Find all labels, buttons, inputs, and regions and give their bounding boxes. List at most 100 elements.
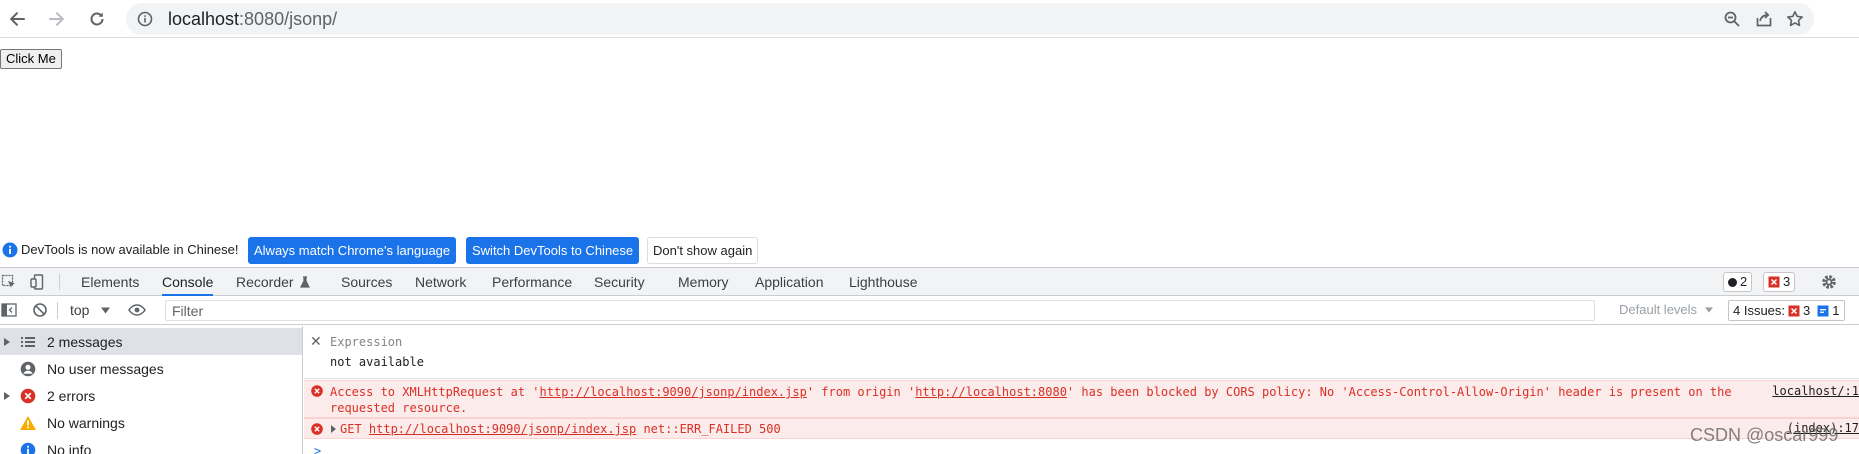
arrow-left-icon xyxy=(9,12,25,26)
request-url-link[interactable]: http://localhost:9090/jsonp/index.jsp xyxy=(369,422,636,436)
expand-arrow-icon[interactable] xyxy=(331,425,336,433)
errors-count: 3 xyxy=(1783,274,1791,289)
always-match-language-button[interactable]: Always match Chrome's language xyxy=(248,237,457,264)
sidebar-item-info[interactable]: No info xyxy=(0,436,302,454)
dot-icon xyxy=(1728,277,1737,287)
tab-recorder[interactable]: Recorder xyxy=(236,268,311,296)
zoom-icon[interactable] xyxy=(1720,7,1744,31)
clear-console-icon[interactable] xyxy=(31,301,49,319)
console-error-message: Access to XMLHttpRequest at 'http://loca… xyxy=(304,380,1859,418)
warning-icon xyxy=(19,414,37,432)
console-prompt[interactable]: > xyxy=(314,444,321,454)
levels-label: Default levels xyxy=(1619,302,1698,317)
bookmark-star-icon[interactable] xyxy=(1783,7,1807,31)
sidebar-item-errors[interactable]: 2 errors xyxy=(0,382,302,409)
issues-counter[interactable]: 4 Issues: 3 1 xyxy=(1728,300,1845,321)
back-button[interactable] xyxy=(2,4,32,34)
request-status: net::ERR_FAILED 500 xyxy=(636,422,781,436)
browser-toolbar: localhost:8080/jsonp/ xyxy=(0,0,1859,38)
inspect-element-icon[interactable] xyxy=(0,273,18,291)
url-path: :8080/jsonp/ xyxy=(239,9,338,29)
device-toolbar-icon[interactable] xyxy=(29,273,47,291)
dont-show-again-button[interactable]: Don't show again xyxy=(647,237,759,264)
error-source-link[interactable]: localhost/:1 xyxy=(1772,384,1859,398)
console-output: ✕ Expression not available Access to XML… xyxy=(304,326,1859,454)
expression-label[interactable]: Expression xyxy=(330,335,402,349)
tab-application[interactable]: Application xyxy=(755,268,824,296)
error-text-part: ' has been blocked by CORS policy: No 'A… xyxy=(1066,385,1732,399)
tab-divider xyxy=(59,274,60,290)
toolbar-divider xyxy=(57,302,58,319)
console-error-message: GET http://localhost:9090/jsonp/index.js… xyxy=(304,418,1859,439)
close-icon[interactable]: ✕ xyxy=(310,334,322,350)
origin-url-link[interactable]: http://localhost:8080 xyxy=(915,385,1067,399)
errors-badge[interactable]: 3 xyxy=(1763,272,1796,292)
live-expression: ✕ Expression not available xyxy=(304,326,1859,379)
messages-count: 2 xyxy=(1740,274,1748,289)
expand-arrow-icon[interactable] xyxy=(4,392,10,400)
error-flag-icon xyxy=(1788,305,1800,316)
sidebar-item-label: No warnings xyxy=(47,415,125,431)
error-text-line2: requested resource. xyxy=(330,401,468,415)
sidebar-item-label: No user messages xyxy=(47,361,164,377)
tab-network[interactable]: Network xyxy=(415,268,466,296)
sidebar-item-label: 2 messages xyxy=(47,334,123,350)
live-expression-eye-icon[interactable] xyxy=(128,301,146,319)
sidebar-item-messages[interactable]: 2 messages xyxy=(0,328,302,355)
devtools-tab-bar: Elements Console Recorder Sources Networ… xyxy=(0,267,1859,296)
user-icon xyxy=(19,360,37,378)
tab-elements[interactable]: Elements xyxy=(81,268,139,296)
tab-performance[interactable]: Performance xyxy=(492,268,572,296)
expand-arrow-icon[interactable] xyxy=(4,338,10,346)
watermark-text: CSDN @oscar999 xyxy=(1690,425,1839,445)
error-icon xyxy=(19,387,37,405)
info-icon xyxy=(19,441,37,454)
reload-button[interactable] xyxy=(82,4,112,34)
dropdown-triangle-icon xyxy=(1704,307,1713,313)
flask-icon xyxy=(300,276,311,288)
forward-button[interactable] xyxy=(42,4,72,34)
tab-console[interactable]: Console xyxy=(162,268,214,296)
info-flag-icon xyxy=(1817,305,1829,316)
url-text[interactable]: localhost:8080/jsonp/ xyxy=(168,10,337,28)
sidebar-item-user-messages[interactable]: No user messages xyxy=(0,355,302,382)
tab-memory[interactable]: Memory xyxy=(678,268,729,296)
issues-info-count: 1 xyxy=(1832,303,1840,318)
url-host: localhost xyxy=(168,9,240,29)
sidebar-item-label: 2 errors xyxy=(47,388,96,404)
tab-lighthouse[interactable]: Lighthouse xyxy=(849,268,918,296)
expression-value: not available xyxy=(330,355,424,369)
sidebar-item-warnings[interactable]: No warnings xyxy=(0,409,302,436)
error-icon xyxy=(311,423,323,435)
settings-gear-icon[interactable] xyxy=(1820,273,1838,291)
address-bar[interactable]: localhost:8080/jsonp/ xyxy=(126,3,1814,35)
console-sidebar: 2 messages No user messages 2 errors No … xyxy=(0,326,303,454)
issues-label: 4 Issues: xyxy=(1733,303,1786,318)
error-text-part: ' from origin ' xyxy=(806,385,916,399)
error-url-link[interactable]: http://localhost:9090/jsonp/index.jsp xyxy=(540,385,807,399)
dropdown-triangle-icon xyxy=(101,307,111,314)
reload-icon xyxy=(90,12,104,26)
click-me-button[interactable]: Click Me xyxy=(0,49,62,69)
list-icon xyxy=(19,333,37,351)
context-value: top xyxy=(70,302,90,318)
default-levels-dropdown[interactable]: Default levels xyxy=(1619,302,1713,317)
error-text-part: Access to XMLHttpRequest at ' xyxy=(330,385,540,399)
site-info-icon[interactable] xyxy=(136,10,154,28)
filter-input[interactable] xyxy=(165,300,1595,321)
messages-badge[interactable]: 2 xyxy=(1723,272,1753,292)
info-icon xyxy=(2,242,18,258)
show-sidebar-icon[interactable] xyxy=(0,301,18,319)
error-icon xyxy=(311,385,323,397)
request-method: GET xyxy=(340,422,369,436)
share-icon[interactable] xyxy=(1752,7,1776,31)
tab-sources[interactable]: Sources xyxy=(341,268,392,296)
arrow-right-icon xyxy=(49,12,65,26)
tab-security[interactable]: Security xyxy=(594,268,645,296)
devtools-language-infobar: DevTools is now available in Chinese! Al… xyxy=(0,234,1859,266)
switch-to-chinese-button[interactable]: Switch DevTools to Chinese xyxy=(466,237,640,264)
context-selector[interactable]: top xyxy=(70,301,111,319)
infobar-message: DevTools is now available in Chinese! xyxy=(21,242,239,257)
console-toolbar: top Default levels 4 Issues: 3 1 xyxy=(0,296,1859,325)
sidebar-item-label: No info xyxy=(47,442,92,454)
